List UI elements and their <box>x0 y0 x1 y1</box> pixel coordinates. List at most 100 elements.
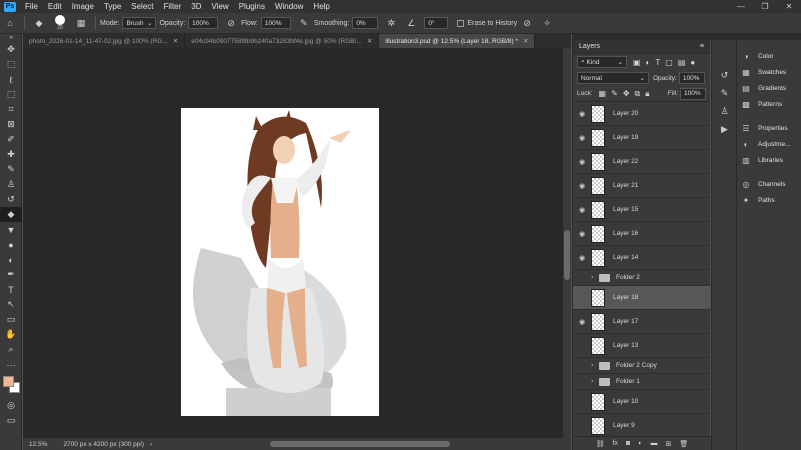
close-tab-icon[interactable]: ✕ <box>367 37 372 45</box>
layer-row[interactable]: ◉ Layer 19 <box>573 126 710 150</box>
layer-row[interactable]: ◉ Layer 22 <box>573 150 710 174</box>
panel-paths[interactable]: ✦ Paths <box>737 192 801 208</box>
panel-color[interactable]: ◑ Color <box>737 48 801 64</box>
smart-object-filter-icon[interactable]: ▤ <box>678 58 686 67</box>
clone-source-icon[interactable]: ♙ <box>712 102 737 120</box>
close-tab-icon[interactable]: ✕ <box>173 37 178 45</box>
menu-plugins[interactable]: Plugins <box>234 2 270 11</box>
history-icon[interactable]: ↺ <box>712 66 737 84</box>
link-layers-icon[interactable]: ⛓ <box>596 440 605 448</box>
layer-thumbnail[interactable] <box>591 288 605 307</box>
layer-row[interactable]: ◉ Layer 16 <box>573 222 710 246</box>
pressure-opacity-icon[interactable]: ⊘ <box>225 17 237 29</box>
panel-channels[interactable]: ◎ Channels <box>737 176 801 192</box>
visibility-eye-icon[interactable]: ◉ <box>573 398 591 406</box>
new-layer-icon[interactable]: ⊞ <box>666 440 672 448</box>
paint-bucket-tool-icon[interactable]: ▼ <box>0 222 22 237</box>
history-brush-tool-icon[interactable]: ↺ <box>0 192 22 207</box>
visibility-eye-icon[interactable]: ◉ <box>573 110 591 118</box>
foreground-color-swatch[interactable] <box>3 376 14 387</box>
visibility-eye-icon[interactable]: ◉ <box>573 230 591 238</box>
lock-pixels-icon[interactable]: ✎ <box>611 89 618 98</box>
eyedropper-tool-icon[interactable]: ✐ <box>0 132 22 147</box>
panel-menu-icon[interactable]: ≡ <box>700 43 704 50</box>
eraser-tool-icon[interactable]: ◆ <box>0 207 22 222</box>
mode-select[interactable]: Brush ⌄ <box>122 17 157 29</box>
layer-group-row[interactable]: ◉› Folder 2 Copy <box>573 358 710 374</box>
new-group-icon[interactable]: ▬ <box>651 440 658 447</box>
crop-tool-icon[interactable]: ⌗ <box>0 102 22 117</box>
zoom-level[interactable]: 12.5% <box>29 441 47 448</box>
visibility-eye-icon[interactable]: ◉ <box>573 254 591 262</box>
blur-tool-icon[interactable]: ● <box>0 237 22 252</box>
zoom-tool-icon[interactable]: ⌕ <box>0 342 22 357</box>
panel-libraries[interactable]: ▥ Libraries <box>737 152 801 168</box>
layer-thumbnail[interactable] <box>591 336 605 355</box>
dodge-tool-icon[interactable]: ◐ <box>0 252 22 267</box>
layer-thumbnail[interactable] <box>591 152 605 171</box>
erase-history-checkbox[interactable] <box>457 19 465 27</box>
collapse-icon[interactable]: » <box>0 34 22 42</box>
clone-stamp-tool-icon[interactable]: ♙ <box>0 177 22 192</box>
path-selection-tool-icon[interactable]: ↖ <box>0 297 22 312</box>
visibility-eye-icon[interactable]: ◉ <box>573 274 591 282</box>
panel-properties[interactable]: ☰ Properties <box>737 120 801 136</box>
hand-tool-icon[interactable]: ✋ <box>0 327 22 342</box>
status-menu-icon[interactable]: › <box>150 441 152 448</box>
layer-row[interactable]: ◉ Layer 13 <box>573 334 710 358</box>
visibility-eye-icon[interactable]: ◉ <box>573 206 591 214</box>
eraser-tool-icon[interactable]: ◆ <box>33 17 45 29</box>
layer-thumbnail[interactable] <box>591 392 605 411</box>
layer-thumbnail[interactable] <box>591 200 605 219</box>
visibility-eye-icon[interactable]: ◉ <box>573 362 591 370</box>
add-mask-icon[interactable]: ◙ <box>626 440 630 447</box>
adjustment-filter-icon[interactable]: ◐ <box>646 58 651 67</box>
minimize-button[interactable]: — <box>729 2 753 11</box>
rectangle-tool-icon[interactable]: ▭ <box>0 312 22 327</box>
panel-gradients[interactable]: ▤ Gradients <box>737 80 801 96</box>
close-button[interactable]: ✕ <box>777 2 801 11</box>
brush-settings-panel-icon[interactable]: ✎ <box>712 84 737 102</box>
screen-mode-icon[interactable]: ▭ <box>0 413 22 428</box>
document-tab[interactable]: photo_2026-01-14_11-47-02.jpg @ 100% (RG… <box>23 34 186 48</box>
healing-brush-tool-icon[interactable]: ✚ <box>0 147 22 162</box>
pixel-filter-icon[interactable]: ▣ <box>633 58 641 67</box>
panel-adjustme[interactable]: ◐ Adjustme... <box>737 136 801 152</box>
adjustment-layer-icon[interactable]: ◐ <box>638 440 642 447</box>
layer-row[interactable]: ◉ Layer 20 <box>573 102 710 126</box>
menu-filter[interactable]: Filter <box>159 2 187 11</box>
layer-thumbnail[interactable] <box>591 128 605 147</box>
lasso-tool-icon[interactable]: ℓ <box>0 72 22 87</box>
lock-position-icon[interactable]: ✥ <box>623 89 630 98</box>
layer-row[interactable]: ◉ Layer 15 <box>573 198 710 222</box>
menu-edit[interactable]: Edit <box>43 2 67 11</box>
layer-thumbnail[interactable] <box>591 312 605 331</box>
shape-filter-icon[interactable]: ▢ <box>665 58 673 67</box>
maximize-button[interactable]: ❐ <box>753 2 777 11</box>
panel-swatches[interactable]: ▦ Swatches <box>737 64 801 80</box>
filter-toggle-icon[interactable]: ● <box>690 58 695 67</box>
lock-all-icon[interactable]: 🔒︎ <box>645 89 649 99</box>
document-canvas[interactable] <box>181 108 379 416</box>
layer-row[interactable]: ◉ Layer 17 <box>573 310 710 334</box>
visibility-eye-icon[interactable]: ◉ <box>573 294 591 302</box>
visibility-eye-icon[interactable]: ◉ <box>573 318 591 326</box>
brush-preset-picker[interactable]: 20 <box>55 15 65 31</box>
layer-opacity-field[interactable]: 100% <box>678 72 705 84</box>
visibility-eye-icon[interactable]: ◉ <box>573 182 591 190</box>
blend-mode-select[interactable]: Normal ⌄ <box>577 72 649 84</box>
layer-row[interactable]: ◉ Layer 9 <box>573 414 710 438</box>
brush-tool-icon[interactable]: ✎ <box>0 162 22 177</box>
type-filter-icon[interactable]: T <box>655 58 660 67</box>
layer-group-row[interactable]: ◉› Folder 2 <box>573 270 710 286</box>
type-tool-icon[interactable]: T <box>0 282 22 297</box>
close-tab-icon[interactable]: ✕ <box>523 37 528 45</box>
layer-thumbnail[interactable] <box>591 104 605 123</box>
layers-tab[interactable]: Layers <box>579 43 600 50</box>
menu-file[interactable]: File <box>20 2 43 11</box>
trash-icon[interactable]: 🗑︎ <box>679 440 688 448</box>
gear-icon[interactable]: ✲ <box>385 17 397 29</box>
move-tool-icon[interactable]: ✥ <box>0 42 22 57</box>
lock-transparent-icon[interactable]: ▦ <box>599 89 607 98</box>
quick-mask-icon[interactable]: ◎ <box>0 398 22 413</box>
